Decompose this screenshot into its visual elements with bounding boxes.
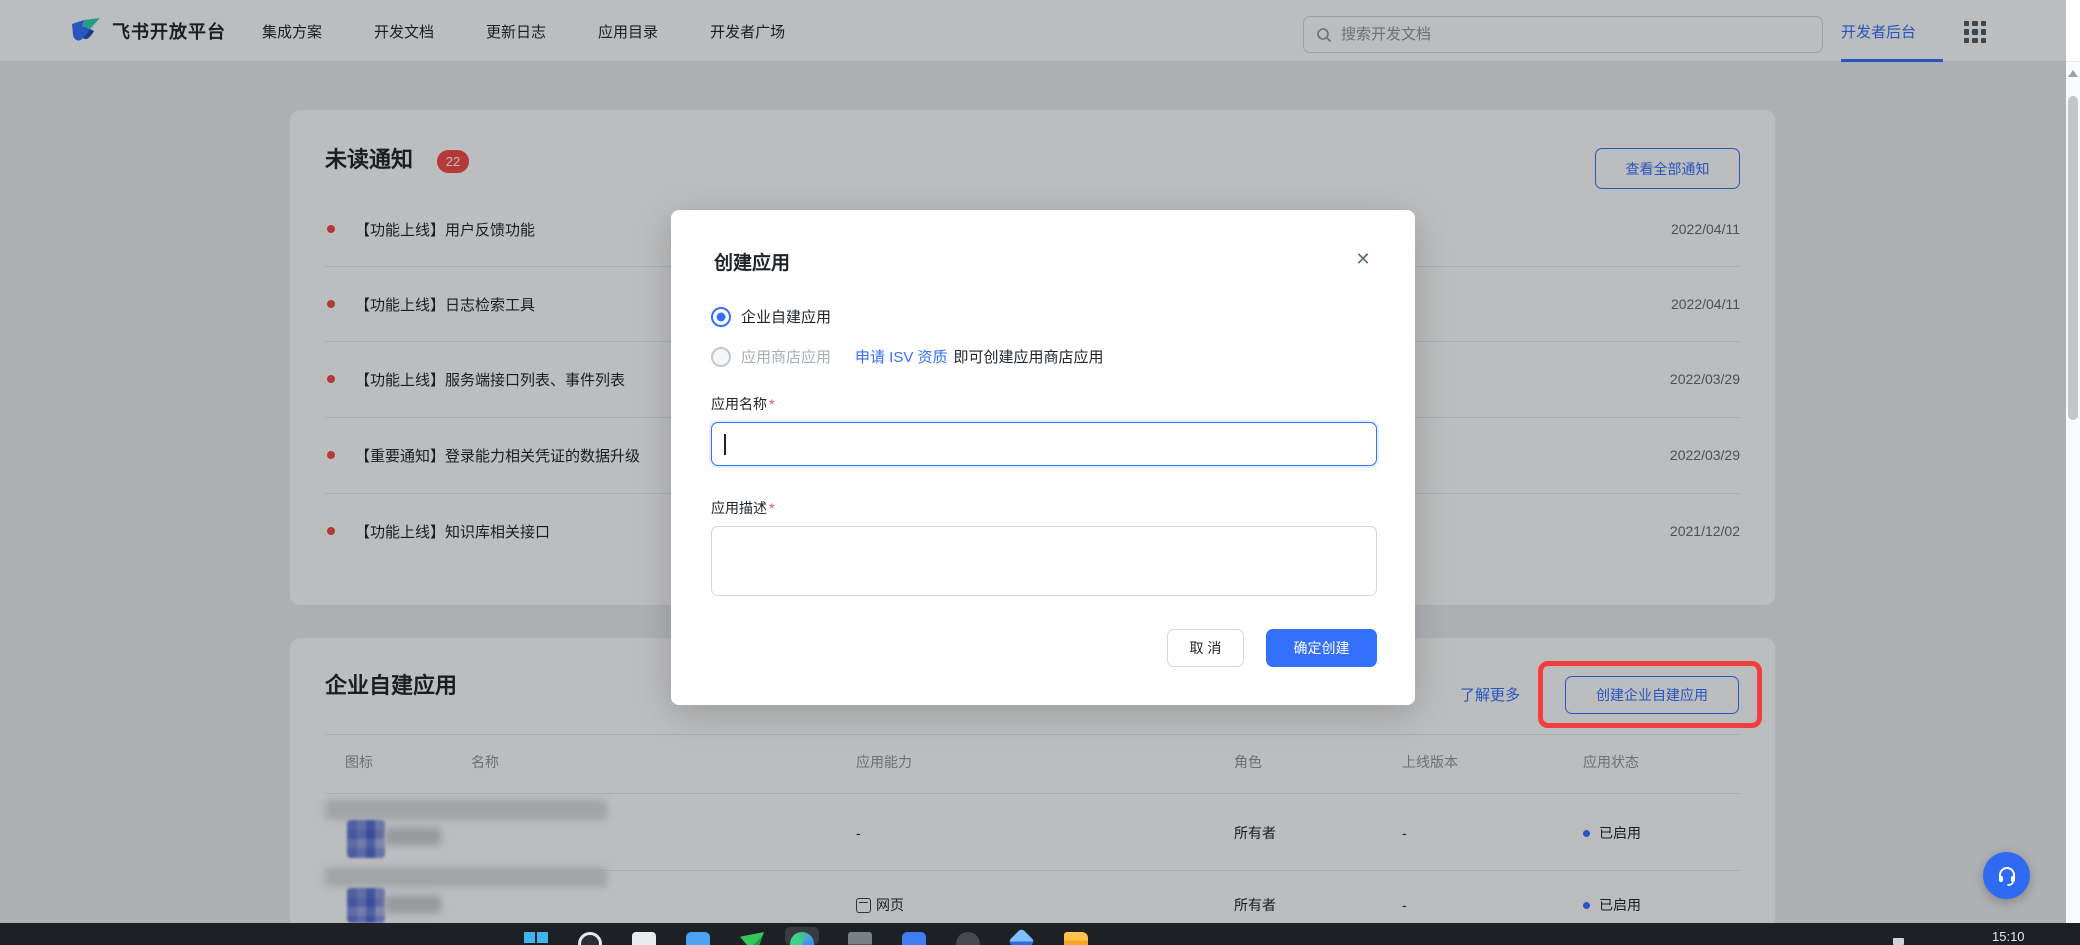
radio-selected-icon[interactable] — [711, 307, 731, 327]
radio-label: 企业自建应用 — [741, 306, 831, 327]
isv-suffix-text: 即可创建应用商店应用 — [954, 346, 1104, 367]
cancel-button[interactable]: 取 消 — [1167, 629, 1244, 667]
screen: 飞书开放平台 集成方案 开发文档 更新日志 应用目录 开发者广场 开发者后台 未… — [0, 0, 2080, 945]
taskbar-folder-icon[interactable] — [1064, 932, 1088, 945]
taskbar-dim-app-icon[interactable] — [956, 932, 980, 945]
radio-self-built-app[interactable]: 企业自建应用 — [711, 306, 831, 327]
taskbar-document-icon[interactable] — [632, 932, 656, 945]
scrollbar-thumb[interactable] — [2068, 96, 2078, 420]
confirm-create-button[interactable]: 确定创建 — [1266, 629, 1377, 667]
taskbar-clock[interactable]: 15:10 — [1992, 929, 2025, 944]
radio-label: 应用商店应用 — [741, 346, 831, 367]
app-desc-label: 应用描述* — [711, 498, 774, 518]
taskbar-gray-app-icon[interactable] — [848, 932, 872, 945]
required-asterisk: * — [769, 396, 774, 412]
apply-isv-link[interactable]: 申请 ISV 资质 — [855, 346, 948, 367]
help-fab-button[interactable] — [1983, 852, 2030, 899]
taskbar-windows-icon[interactable] — [524, 932, 548, 945]
headset-icon — [1995, 864, 2019, 888]
os-taskbar: 15:10 — [0, 923, 2080, 945]
scroll-up-arrow-icon[interactable] — [2068, 70, 2078, 77]
tray-icon[interactable] — [1893, 938, 1904, 945]
create-app-modal: 创建应用 ✕ 企业自建应用 应用商店应用 申请 ISV 资质 即可创建应用商店应… — [671, 210, 1415, 705]
modal-title: 创建应用 — [714, 248, 790, 275]
text-caret — [724, 434, 726, 455]
taskbar-browser-icon[interactable] — [578, 932, 602, 945]
required-asterisk: * — [769, 500, 774, 516]
vertical-scrollbar[interactable] — [2066, 62, 2080, 923]
taskbar-blue-app-icon[interactable] — [902, 932, 926, 945]
close-icon[interactable]: ✕ — [1350, 246, 1376, 272]
taskbar-green-app-icon[interactable] — [740, 932, 764, 945]
radio-store-app[interactable]: 应用商店应用 申请 ISV 资质 即可创建应用商店应用 — [711, 346, 1104, 367]
radio-disabled-icon — [711, 347, 731, 367]
app-name-label: 应用名称* — [711, 394, 774, 414]
taskbar-diamond-app-icon[interactable] — [1008, 928, 1035, 945]
app-desc-textarea[interactable] — [711, 526, 1377, 596]
taskbar-device-icon[interactable] — [686, 932, 710, 945]
app-name-input[interactable] — [711, 422, 1377, 466]
